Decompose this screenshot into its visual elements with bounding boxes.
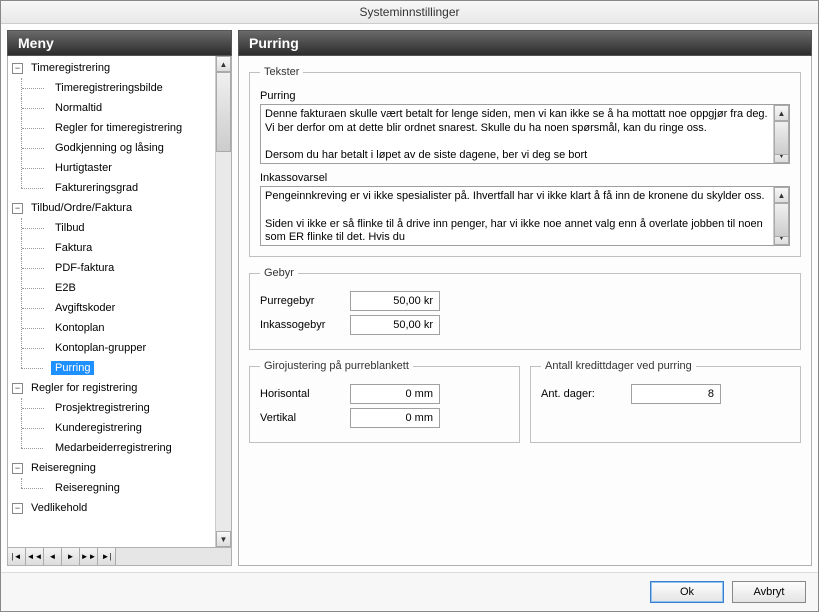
vertikal-input[interactable]: [350, 408, 440, 428]
content-panel: Purring Tekster Purring Denne fakturaen …: [238, 30, 812, 566]
tree-node-hurtigtaster[interactable]: Hurtigtaster: [8, 158, 215, 178]
scroll-thumb[interactable]: [774, 121, 789, 155]
giro-group: Girojustering på purreblankett Horisonta…: [249, 360, 520, 443]
menu-tree[interactable]: − Timeregistrering Timeregistreringsbild…: [8, 56, 215, 547]
nav-prev-page-icon[interactable]: ◄◄: [26, 548, 44, 565]
tree-node-vedlikehold[interactable]: − Vedlikehold: [8, 498, 215, 518]
scroll-thumb[interactable]: [774, 203, 789, 237]
purring-text-scrollbar[interactable]: ▲ ▼: [773, 105, 789, 163]
gebyr-group: Gebyr Purregebyr Inkassogebyr: [249, 267, 801, 350]
tekster-legend: Tekster: [260, 66, 303, 78]
inkassogebyr-label: Inkassogebyr: [260, 319, 350, 331]
tree-node-medarbeiderreg[interactable]: Medarbeiderregistrering: [8, 438, 215, 458]
scroll-up-icon[interactable]: ▲: [216, 56, 231, 72]
antdager-input[interactable]: [631, 384, 721, 404]
scroll-down-icon[interactable]: ▼: [216, 531, 231, 547]
collapse-icon[interactable]: −: [12, 63, 23, 74]
tree-node-reise[interactable]: − Reiseregning: [8, 458, 215, 478]
tree-node-kontoplan[interactable]: Kontoplan: [8, 318, 215, 338]
purregebyr-label: Purregebyr: [260, 295, 350, 307]
tree-node-normaltid[interactable]: Normaltid: [8, 98, 215, 118]
tree-node-reise-child[interactable]: Reiseregning: [8, 478, 215, 498]
kredittdager-legend: Antall kredittdager ved purring: [541, 360, 696, 372]
tree-node-avgiftskoder[interactable]: Avgiftskoder: [8, 298, 215, 318]
purring-textarea[interactable]: Denne fakturaen skulle vært betalt for l…: [260, 104, 790, 164]
collapse-icon[interactable]: −: [12, 203, 23, 214]
tree-node-tof[interactable]: − Tilbud/Ordre/Faktura: [8, 198, 215, 218]
tree-node-kontoplan-grupper[interactable]: Kontoplan-grupper: [8, 338, 215, 358]
tree-node-purring[interactable]: Purring: [8, 358, 215, 378]
collapse-icon[interactable]: −: [12, 383, 23, 394]
tree-node-godkjenning[interactable]: Godkjenning og låsing: [8, 138, 215, 158]
inkasso-textarea[interactable]: Pengeinnkreving er vi ikke spesialister …: [260, 186, 790, 246]
inkasso-text-label: Inkassovarsel: [260, 172, 790, 184]
collapse-icon[interactable]: −: [12, 503, 23, 514]
horisontal-input[interactable]: [350, 384, 440, 404]
nav-next-page-icon[interactable]: ►►: [80, 548, 98, 565]
tree-node-e2b[interactable]: E2B: [8, 278, 215, 298]
inkasso-text-scrollbar[interactable]: ▲ ▼: [773, 187, 789, 245]
tree-node-regler-time[interactable]: Regler for timeregistrering: [8, 118, 215, 138]
menu-panel: Meny − Timeregistrering Timeregistrering…: [7, 30, 232, 566]
settings-window: Systeminnstillinger Meny − Timeregistrer…: [0, 0, 819, 612]
tree-node-tilbud[interactable]: Tilbud: [8, 218, 215, 238]
tree-node-timeregistrering[interactable]: − Timeregistrering: [8, 58, 215, 78]
tree-node-timeregistreringsbilde[interactable]: Timeregistreringsbilde: [8, 78, 215, 98]
kredittdager-group: Antall kredittdager ved purring Ant. dag…: [530, 360, 801, 443]
inkasso-textarea-content[interactable]: Pengeinnkreving er vi ikke spesialister …: [261, 187, 773, 245]
nav-next-icon[interactable]: ►: [62, 548, 80, 565]
purregebyr-input[interactable]: [350, 291, 440, 311]
nav-first-icon[interactable]: |◄: [8, 548, 26, 565]
tree-node-prosjektreg[interactable]: Prosjektregistrering: [8, 398, 215, 418]
collapse-icon[interactable]: −: [12, 463, 23, 474]
nav-prev-icon[interactable]: ◄: [44, 548, 62, 565]
purring-textarea-content[interactable]: Denne fakturaen skulle vært betalt for l…: [261, 105, 773, 163]
tree-node-kundereg[interactable]: Kunderegistrering: [8, 418, 215, 438]
tree-node-pdffaktura[interactable]: PDF-faktura: [8, 258, 215, 278]
record-navigator: |◄ ◄◄ ◄ ► ►► ►|: [7, 548, 232, 566]
scroll-up-icon[interactable]: ▲: [774, 187, 789, 203]
dialog-footer: Ok Avbryt: [1, 572, 818, 611]
scroll-thumb[interactable]: [216, 72, 231, 152]
gebyr-legend: Gebyr: [260, 267, 298, 279]
tree-scrollbar[interactable]: ▲ ▼: [215, 56, 231, 547]
scroll-up-icon[interactable]: ▲: [774, 105, 789, 121]
tree-node-faktura[interactable]: Faktura: [8, 238, 215, 258]
window-title: Systeminnstillinger: [1, 1, 818, 24]
horisontal-label: Horisontal: [260, 388, 350, 400]
tree-node-regler[interactable]: − Regler for registrering: [8, 378, 215, 398]
menu-panel-title: Meny: [7, 30, 232, 56]
nav-last-icon[interactable]: ►|: [98, 548, 116, 565]
inkassogebyr-input[interactable]: [350, 315, 440, 335]
scroll-track[interactable]: [216, 72, 231, 531]
content-panel-title: Purring: [238, 30, 812, 56]
antdager-label: Ant. dager:: [541, 388, 631, 400]
vertikal-label: Vertikal: [260, 412, 350, 424]
purring-text-label: Purring: [260, 90, 790, 102]
tree-node-faktureringsgrad[interactable]: Faktureringsgrad: [8, 178, 215, 198]
cancel-button[interactable]: Avbryt: [732, 581, 806, 603]
tekster-group: Tekster Purring Denne fakturaen skulle v…: [249, 66, 801, 257]
ok-button[interactable]: Ok: [650, 581, 724, 603]
giro-legend: Girojustering på purreblankett: [260, 360, 413, 372]
